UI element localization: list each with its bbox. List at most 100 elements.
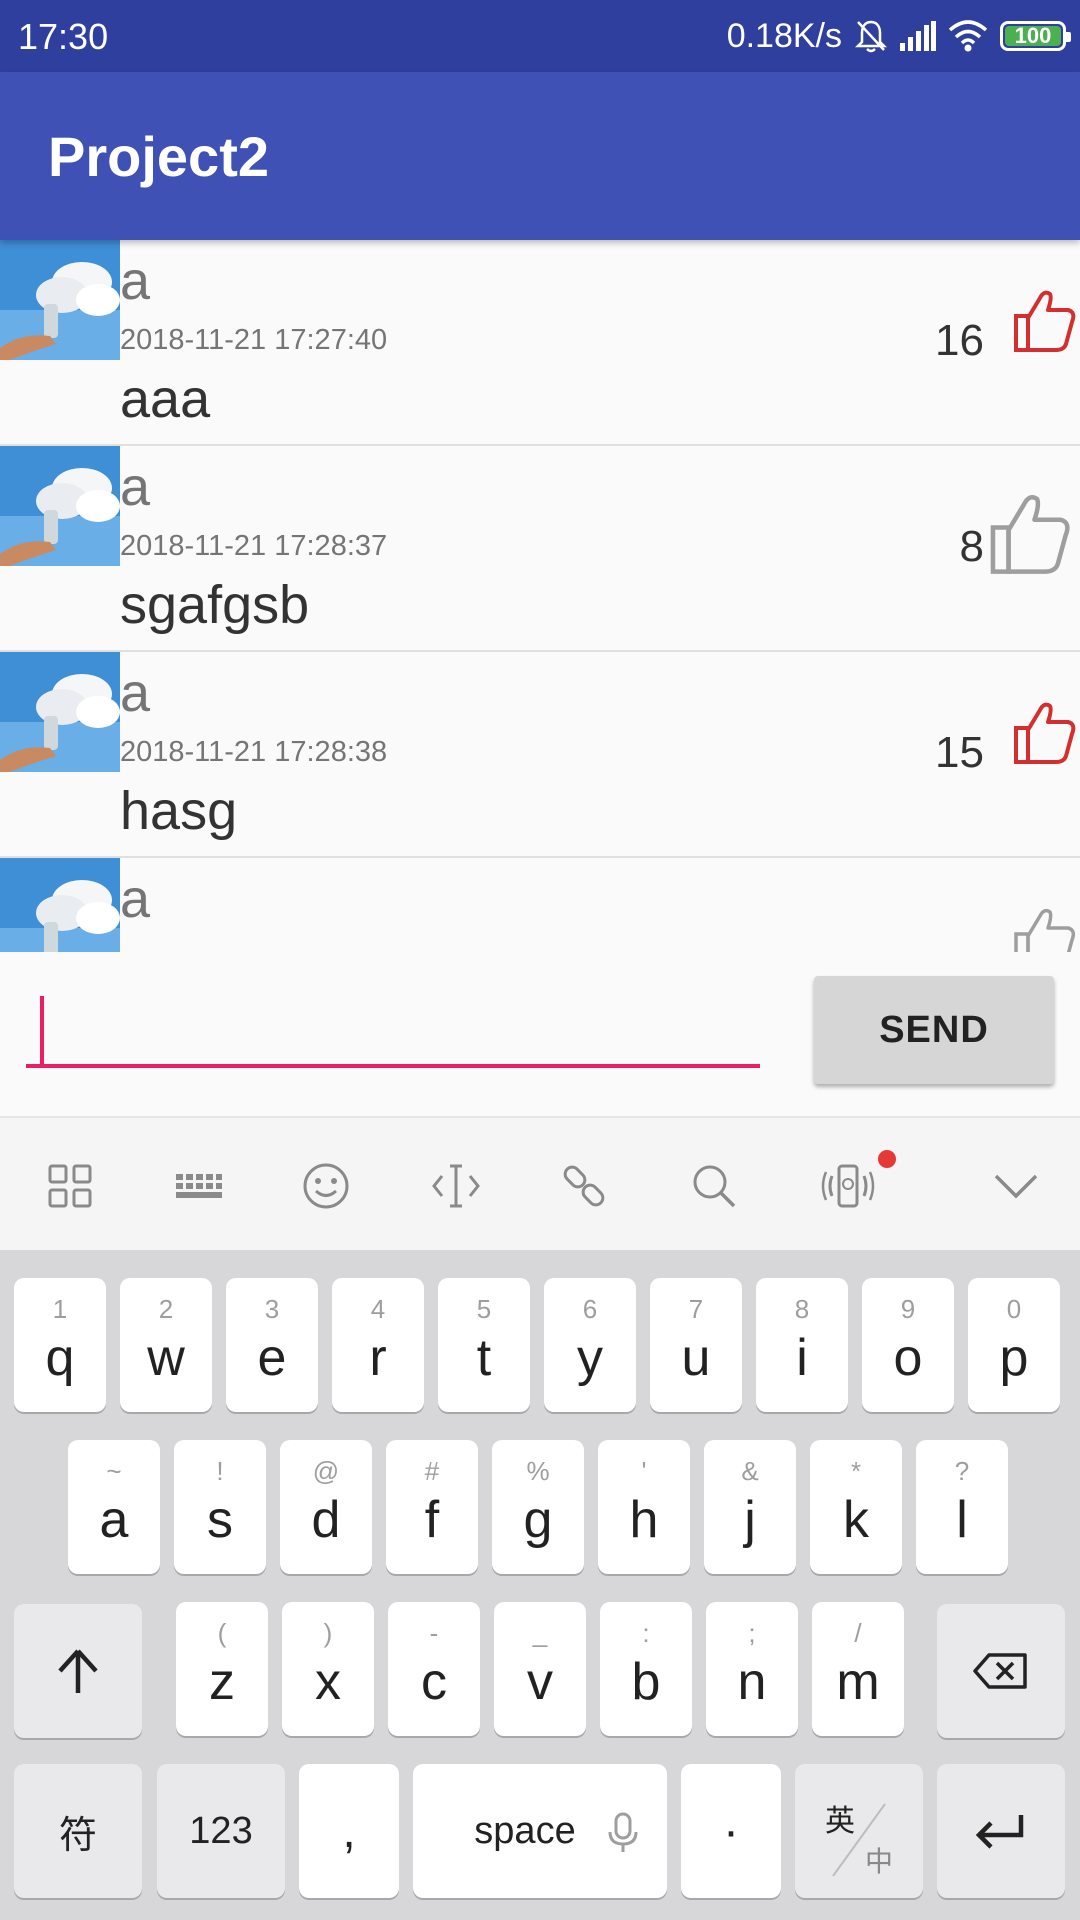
send-button[interactable]: SEND: [814, 976, 1054, 1084]
key-q[interactable]: 1q: [14, 1278, 106, 1412]
key-char: n: [737, 1653, 767, 1711]
key-g[interactable]: % g: [492, 1440, 584, 1574]
status-time: 17:30: [18, 16, 109, 57]
cursor-icon[interactable]: [428, 1158, 484, 1214]
thumbs-up-icon[interactable]: [1006, 902, 1080, 952]
avatar[interactable]: [0, 652, 120, 772]
key-z[interactable]: (z: [176, 1602, 268, 1736]
key-d[interactable]: @ d: [280, 1440, 372, 1574]
key-n[interactable]: ; n: [706, 1602, 798, 1736]
key-char: w: [147, 1329, 185, 1387]
enter-icon: [975, 1815, 1024, 1849]
key-l[interactable]: ? l: [916, 1440, 1008, 1574]
key-hint: #: [424, 1456, 440, 1486]
emoji-icon[interactable]: [298, 1158, 354, 1214]
key-i[interactable]: 8i: [756, 1278, 848, 1412]
key-w[interactable]: 2w: [120, 1278, 212, 1412]
key-s[interactable]: ! s: [174, 1440, 266, 1574]
app-bar: Project2: [0, 72, 1080, 240]
message-item[interactable]: a 2018-11-21 17:28:38 hasg 15: [0, 652, 1080, 858]
language-switch-key[interactable]: 英 中: [795, 1764, 923, 1898]
notification-dot: [878, 1150, 896, 1168]
grid-icon[interactable]: [42, 1158, 98, 1214]
username: a: [120, 251, 151, 311]
thumbs-up-icon[interactable]: [980, 486, 1076, 582]
key-t[interactable]: 5t: [438, 1278, 530, 1412]
key-v[interactable]: _ v: [494, 1602, 586, 1736]
thumbs-up-icon[interactable]: [1006, 696, 1080, 770]
key-char: o: [893, 1329, 923, 1387]
key-p[interactable]: 0p: [968, 1278, 1060, 1412]
battery-level: 100: [1014, 23, 1052, 48]
key-m[interactable]: / m: [812, 1602, 904, 1736]
key-char: s: [207, 1491, 233, 1549]
collapse-icon[interactable]: [988, 1158, 1044, 1214]
mute-bell-icon: [854, 18, 888, 54]
message-item[interactable]: a: [0, 858, 1080, 952]
keyboard-icon[interactable]: [170, 1158, 226, 1214]
text-cursor: [40, 996, 44, 1066]
key-hint: ;: [748, 1618, 756, 1648]
key-hint: -: [429, 1618, 439, 1648]
message-list[interactable]: a 2018-11-21 17:27:40 aaa 16 a 2018-11-2…: [0, 240, 1080, 952]
avatar[interactable]: [0, 240, 120, 360]
key-hint: 9: [900, 1294, 916, 1324]
key-x[interactable]: ) x: [282, 1602, 374, 1736]
key-char: b: [631, 1653, 661, 1711]
key-char: t: [476, 1329, 492, 1387]
shift-key[interactable]: [14, 1604, 142, 1738]
key-hint: 8: [794, 1294, 810, 1324]
key-hint: 1: [52, 1294, 68, 1324]
key-r[interactable]: 4r: [332, 1278, 424, 1412]
key-h[interactable]: ' h: [598, 1440, 690, 1574]
key-k[interactable]: * k: [810, 1440, 902, 1574]
key-char: z: [209, 1653, 235, 1711]
enter-key[interactable]: [937, 1764, 1065, 1898]
like-count: 15: [935, 728, 984, 777]
period-key[interactable]: ·: [681, 1764, 781, 1898]
thumbs-up-icon[interactable]: [1006, 284, 1080, 358]
key-hint: 7: [688, 1294, 704, 1324]
key-a[interactable]: ~ a: [68, 1440, 160, 1574]
space-key[interactable]: space: [413, 1764, 667, 1898]
symbols-key-label: 符: [58, 1814, 97, 1857]
backspace-key[interactable]: [937, 1604, 1065, 1738]
like-count: 16: [935, 316, 984, 365]
key-hint: *: [850, 1456, 862, 1486]
message-item[interactable]: a 2018-11-21 17:27:40 aaa 16: [0, 240, 1080, 446]
message-item[interactable]: a 2018-11-21 17:28:37 sgafgsb 8: [0, 446, 1080, 652]
key-hint: 5: [476, 1294, 492, 1324]
wifi-icon: [948, 20, 988, 52]
message-input[interactable]: [26, 992, 760, 1068]
key-hint: /: [854, 1618, 862, 1648]
search-icon[interactable]: [686, 1158, 742, 1214]
key-char: i: [796, 1329, 808, 1387]
link-icon[interactable]: [556, 1158, 612, 1214]
key-char: k: [843, 1491, 869, 1549]
key-f[interactable]: # f: [386, 1440, 478, 1574]
avatar[interactable]: [0, 446, 120, 566]
key-c[interactable]: -c: [388, 1602, 480, 1736]
avatar[interactable]: [0, 858, 120, 952]
key-e[interactable]: 3e: [226, 1278, 318, 1412]
status-bar: 17:30 0.18K/s 100: [0, 0, 1080, 72]
key-char: y: [577, 1329, 603, 1387]
battery-icon: 100: [1000, 21, 1071, 51]
comma-key[interactable]: ,: [299, 1764, 399, 1898]
key-u[interactable]: 7u: [650, 1278, 742, 1412]
symbols-key[interactable]: 符: [14, 1764, 142, 1898]
numbers-key[interactable]: 123: [157, 1764, 285, 1898]
key-b[interactable]: :b: [600, 1602, 692, 1736]
key-hint: ': [641, 1456, 647, 1486]
key-char: m: [836, 1653, 880, 1711]
message-content: hasg: [120, 781, 238, 841]
key-j[interactable]: & j: [704, 1440, 796, 1574]
key-o[interactable]: 9o: [862, 1278, 954, 1412]
key-hint: &: [741, 1456, 759, 1486]
microphone-icon: [608, 1812, 638, 1852]
key-hint: 4: [370, 1294, 386, 1324]
key-hint: :: [642, 1618, 650, 1648]
key-y[interactable]: 6y: [544, 1278, 636, 1412]
username: a: [120, 457, 151, 517]
vibrate-icon[interactable]: [820, 1158, 876, 1214]
